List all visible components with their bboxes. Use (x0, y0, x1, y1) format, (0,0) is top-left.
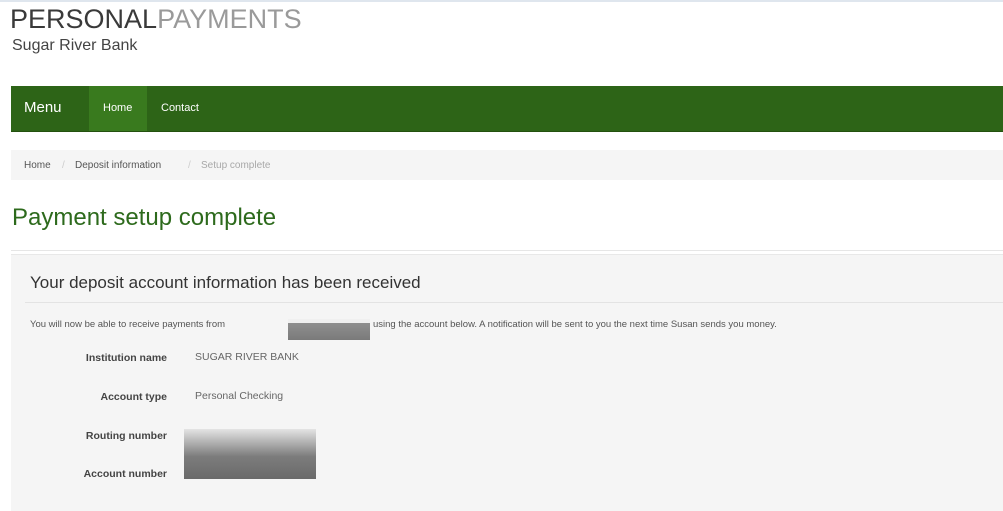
bank-name: Sugar River Bank (12, 37, 138, 54)
confirmation-panel: Your deposit account information has bee… (11, 254, 1003, 511)
message-text-start: You will now be able to receive payments… (30, 319, 226, 330)
nav-item-contact[interactable]: Contact (161, 102, 199, 114)
top-border (0, 0, 1003, 2)
breadcrumb-home[interactable]: Home (24, 160, 51, 171)
menu-label: Menu (24, 99, 62, 116)
navbar: Menu Home Contact (11, 86, 1003, 132)
redacted-account-numbers (184, 429, 316, 479)
nav-item-home[interactable]: Home (89, 86, 147, 131)
institution-name-value: SUGAR RIVER BANK (195, 351, 299, 363)
title-divider (11, 250, 1003, 251)
breadcrumb-deposit-information[interactable]: Deposit information (75, 160, 161, 171)
brand-light: PAYMENTS (157, 4, 302, 34)
breadcrumb-separator: / (188, 160, 191, 171)
account-type-label: Account type (100, 391, 167, 403)
panel-divider (25, 302, 1003, 303)
institution-name-label: Institution name (85, 352, 167, 364)
account-type-value: Personal Checking (195, 390, 284, 402)
breadcrumb: Home / Deposit information / Setup compl… (11, 150, 1003, 180)
account-number-label: Account number (83, 468, 167, 480)
redacted-sender-name (288, 319, 370, 340)
brand-logo[interactable]: PERSONALPAYMENTS (10, 6, 302, 33)
nav-home-label: Home (103, 102, 133, 114)
message-text-end: using the account below. A notification … (373, 319, 777, 330)
brand-bold: PERSONAL (10, 4, 158, 34)
breadcrumb-setup-complete: Setup complete (201, 160, 271, 171)
panel-heading: Your deposit account information has bee… (30, 273, 421, 292)
breadcrumb-separator: / (62, 160, 65, 171)
routing-number-label: Routing number (85, 430, 167, 442)
page-title: Payment setup complete (12, 204, 277, 231)
